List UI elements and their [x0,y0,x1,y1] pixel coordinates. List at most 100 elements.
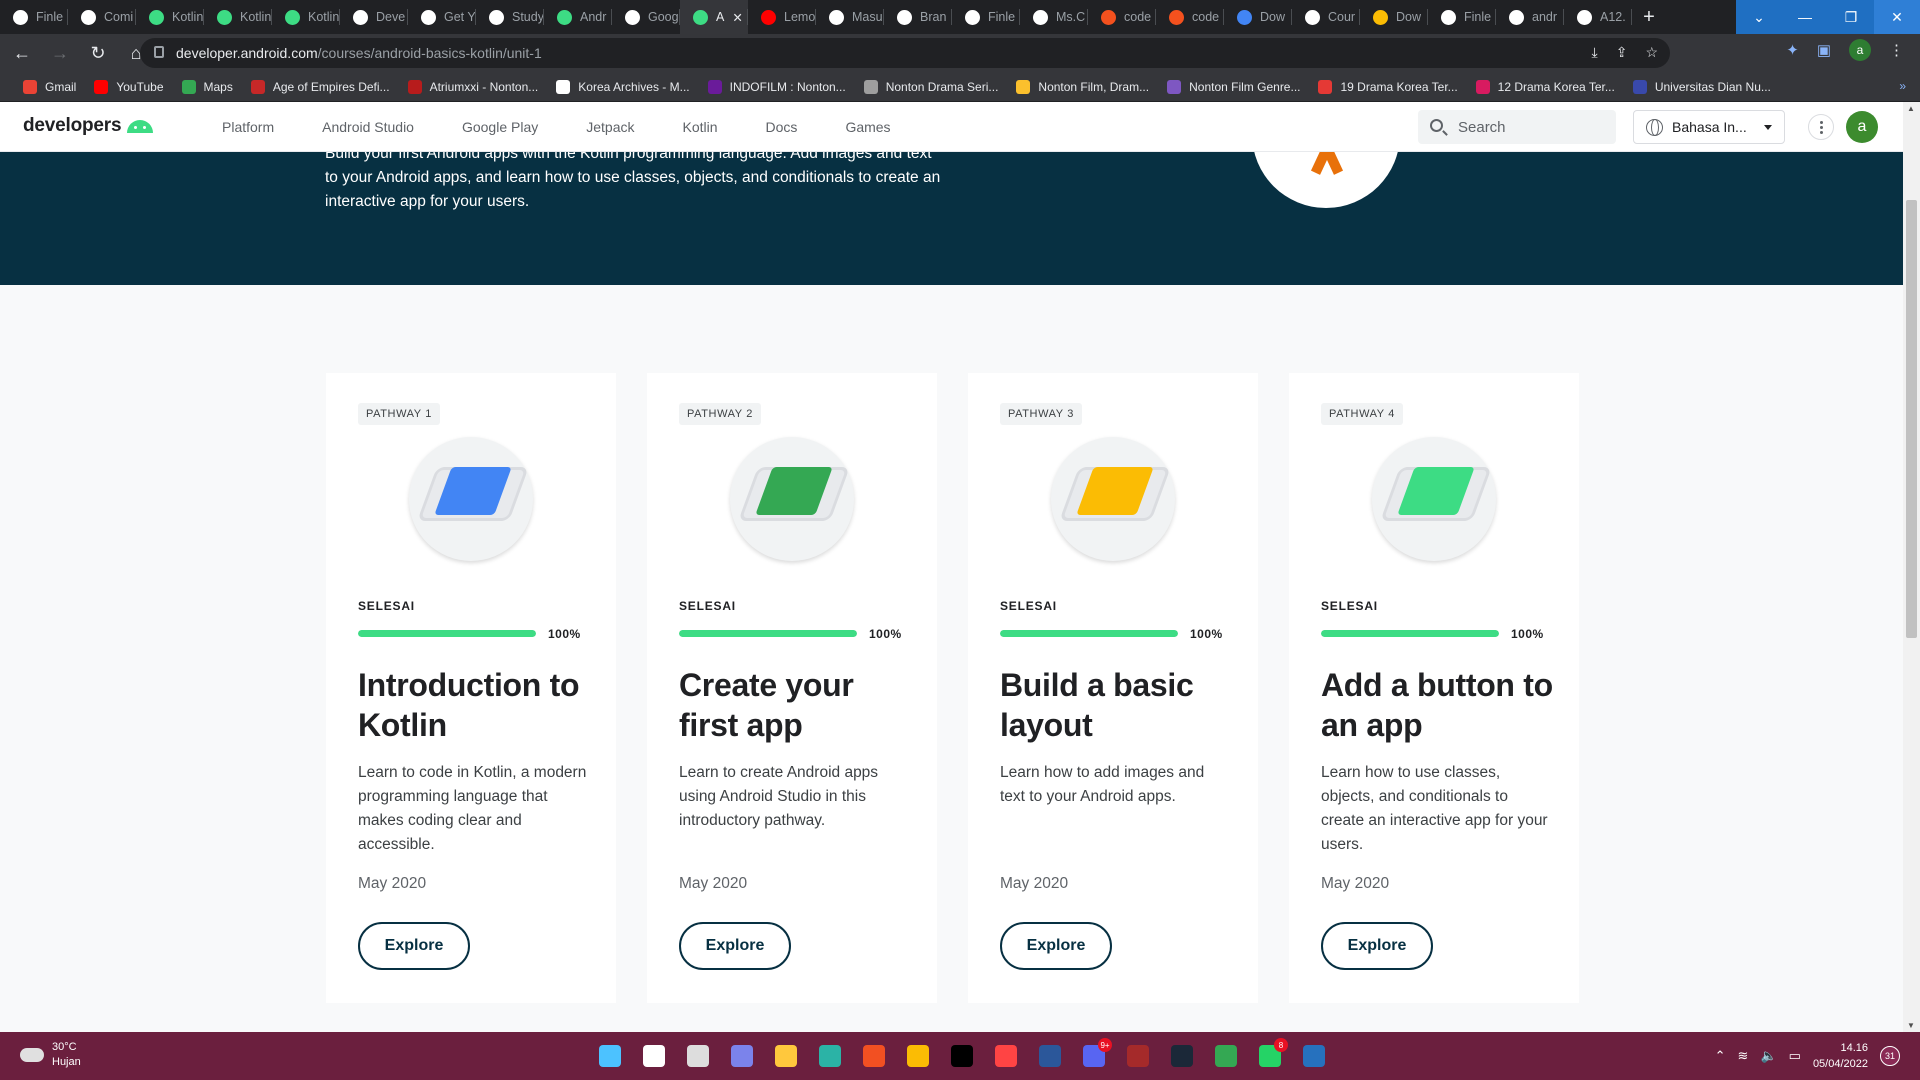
browser-tab[interactable]: A12. [1564,0,1632,34]
whatsapp-icon[interactable]: 8 [1254,1038,1288,1072]
browser-tab[interactable]: Ms.C [1020,0,1088,34]
browser-tab[interactable]: andr [1496,0,1564,34]
tab-search-icon[interactable]: ⌄ [1736,0,1782,34]
bookmark-item[interactable]: Atriumxxi - Nonton... [399,79,548,94]
bookmark-item[interactable]: Nonton Film, Dram... [1007,79,1158,94]
browser-tab[interactable]: Finle [1428,0,1496,34]
back-arrow-icon[interactable]: ← [6,37,38,69]
jetbrains-icon[interactable] [946,1040,978,1072]
profile-avatar[interactable]: a [1849,39,1871,61]
powershell-icon[interactable] [1298,1040,1330,1072]
edge-icon[interactable] [814,1040,846,1072]
bookmark-item[interactable]: 19 Drama Korea Ter... [1309,79,1466,94]
new-tab-button[interactable]: + [1632,0,1666,34]
bookmark-item[interactable]: Nonton Drama Seri... [855,79,1008,94]
clock[interactable]: 14.16 05/04/2022 [1813,1040,1868,1072]
browser-tab[interactable]: code [1156,0,1224,34]
browser-tab[interactable]: Dow [1360,0,1428,34]
browser-tab[interactable]: code [1088,0,1156,34]
weather-widget[interactable]: 30°C Hujan [20,1040,81,1070]
browser-tab[interactable]: Comi [68,0,136,34]
explore-button[interactable]: Explore [358,922,470,970]
browser-tab[interactable]: Study [476,0,544,34]
browser-tab[interactable]: Bran [884,0,952,34]
forward-arrow-icon[interactable]: → [44,37,76,69]
restore-button[interactable]: ❐ [1828,0,1874,34]
browser-tab[interactable]: Deve [340,0,408,34]
teams-icon[interactable] [726,1040,758,1072]
scroll-up-arrow-icon[interactable]: ▲ [1907,104,1915,113]
start-icon[interactable] [594,1040,626,1072]
bookmarks-overflow-icon[interactable]: » [1899,79,1906,93]
davinci-icon[interactable] [990,1040,1022,1072]
browser-tab[interactable]: Get Y [408,0,476,34]
winrar-icon[interactable] [1122,1040,1154,1072]
store-icon[interactable] [858,1040,890,1072]
browser-tab[interactable]: Kotlin [136,0,204,34]
bookmark-item[interactable]: Korea Archives - M... [547,79,698,94]
task-view-icon[interactable] [682,1040,714,1072]
bookmark-item[interactable]: YouTube [85,79,172,94]
close-window-button[interactable]: ✕ [1874,0,1920,34]
search-icon[interactable] [638,1040,670,1072]
install-icon[interactable]: ⤓ [1592,44,1598,61]
explore-button[interactable]: Explore [679,922,791,970]
bookmark-item[interactable]: INDOFILM : Nonton... [699,79,855,94]
nav-link-platform[interactable]: Platform [222,119,274,135]
steam-icon[interactable] [1166,1040,1198,1072]
browser-tab[interactable]: A ✕ [680,0,748,34]
nav-link-kotlin[interactable]: Kotlin [683,119,718,135]
reload-icon[interactable]: ↻ [82,37,114,69]
side-panel-icon[interactable]: ▣ [1817,41,1831,59]
file-explorer-icon[interactable] [770,1040,802,1072]
nav-link-jetpack[interactable]: Jetpack [586,119,634,135]
notification-badge[interactable]: 31 [1880,1046,1900,1066]
scrollbar-thumb[interactable] [1906,200,1917,638]
user-avatar[interactable]: a [1846,111,1878,143]
browser-tab[interactable]: Lemo [748,0,816,34]
nav-link-docs[interactable]: Docs [766,119,798,135]
browser-tab[interactable]: Andr [544,0,612,34]
browser-tab[interactable]: Masu [816,0,884,34]
nav-link-games[interactable]: Games [845,119,890,135]
speaker-icon[interactable]: 🔈 [1760,1048,1776,1064]
extensions-puzzle-icon[interactable]: ✦ [1786,41,1799,59]
language-selector[interactable]: Bahasa In... [1633,110,1785,144]
page-scrollbar[interactable]: ▲ ▼ [1903,102,1920,1032]
tray-overflow-icon[interactable]: ⌃ [1715,1048,1726,1064]
browser-tab[interactable]: Cour [1292,0,1360,34]
browser-tab[interactable]: Kotlin [204,0,272,34]
discord-icon[interactable]: 9+ [1078,1038,1112,1072]
explore-button[interactable]: Explore [1000,922,1112,970]
wifi-icon[interactable]: ≋ [1738,1048,1749,1064]
bookmark-favicon-icon [94,79,109,94]
share-icon[interactable]: ⇪ [1616,44,1628,61]
nav-link-android-studio[interactable]: Android Studio [322,119,414,135]
address-bar[interactable]: developer.android.com/courses/android-ba… [140,38,1670,68]
bookmark-item[interactable]: Nonton Film Genre... [1158,79,1309,94]
word-icon[interactable] [1034,1040,1066,1072]
site-search-input[interactable]: Search [1418,110,1616,144]
menu-kebab-icon[interactable]: ⋮ [1889,41,1904,59]
explore-button[interactable]: Explore [1321,922,1433,970]
bookmark-star-icon[interactable]: ☆ [1645,44,1658,61]
bookmark-item[interactable]: 12 Drama Korea Ter... [1467,79,1624,94]
developers-logo[interactable]: developers [23,115,154,137]
bookmark-item[interactable]: Maps [173,79,242,94]
bookmark-item[interactable]: Age of Empires Defi... [242,79,399,94]
chrome-icon[interactable] [902,1040,934,1072]
browser-tab[interactable]: Kotlin [272,0,340,34]
bookmark-item[interactable]: Universitas Dian Nu... [1624,79,1780,94]
nav-link-google-play[interactable]: Google Play [462,119,538,135]
minimize-button[interactable]: — [1782,0,1828,34]
bookmark-item[interactable]: Gmail [14,79,85,94]
battery-icon[interactable]: ▭ [1789,1048,1801,1064]
scroll-down-arrow-icon[interactable]: ▼ [1907,1021,1915,1030]
chrome-active-icon[interactable] [1210,1040,1242,1072]
browser-tab[interactable]: Goog [612,0,680,34]
browser-tab[interactable]: Finle [0,0,68,34]
browser-tab[interactable]: Finle [952,0,1020,34]
more-options-icon[interactable] [1808,114,1834,140]
browser-tab[interactable]: Dow [1224,0,1292,34]
close-tab-icon[interactable]: ✕ [732,10,742,25]
